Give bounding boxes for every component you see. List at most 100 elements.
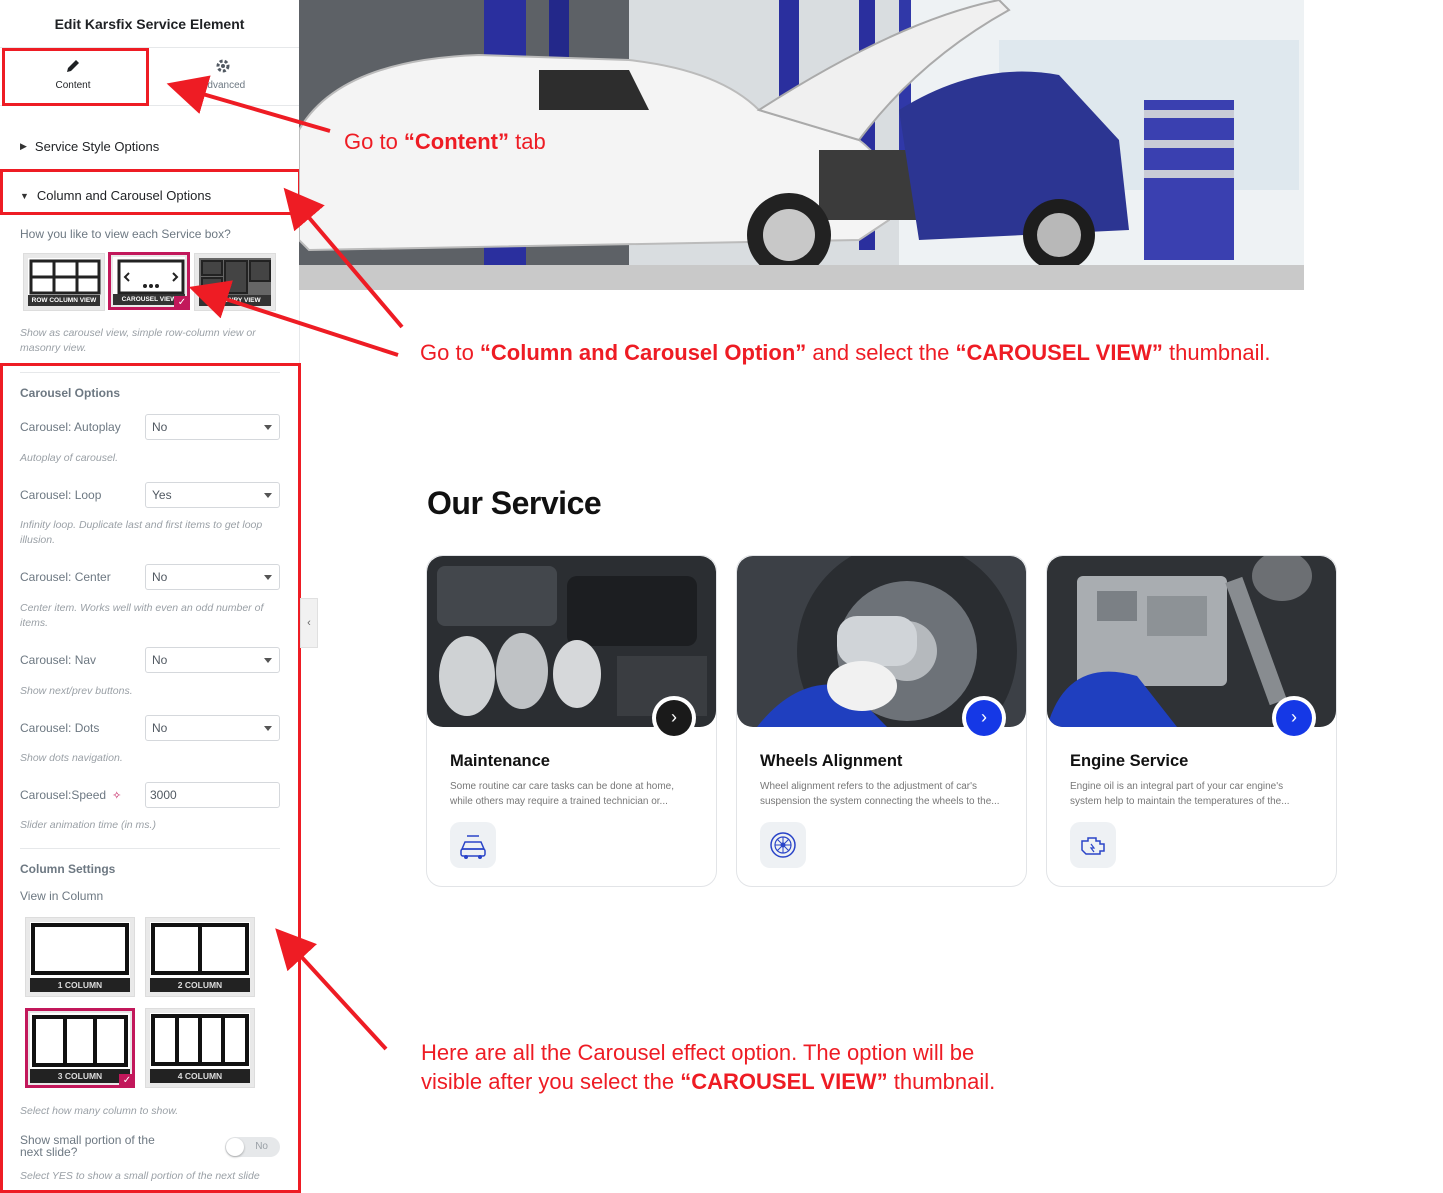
loop-select[interactable]: Yes: [145, 482, 280, 508]
annotation-carousel-mid: and select the: [806, 340, 956, 365]
section-column-carousel[interactable]: ▼ Column and Carousel Options: [20, 188, 211, 203]
check-icon: ✓: [119, 1074, 135, 1088]
card-title: Wheels Alignment: [760, 752, 903, 770]
annotation-options-post: thumbnail.: [887, 1069, 996, 1094]
masonry-icon: [201, 260, 271, 294]
center-select[interactable]: No: [145, 564, 280, 590]
car-service-icon: [450, 822, 496, 868]
caret-down-icon: ▼: [20, 190, 29, 201]
toggle-knob: [226, 1138, 244, 1156]
autoplay-select[interactable]: No: [145, 414, 280, 440]
ai-sparkle-icon[interactable]: ✧: [112, 789, 121, 802]
divider: [20, 372, 280, 373]
autoplay-label: Carousel: Autoplay: [20, 420, 121, 434]
card-arrow-button[interactable]: ›: [656, 700, 692, 736]
dots-label: Carousel: Dots: [20, 721, 100, 735]
annotation-carousel-pre: Go to: [420, 340, 480, 365]
autoplay-help: Autoplay of carousel.: [20, 452, 119, 464]
carousel-options-title: Carousel Options: [20, 386, 121, 400]
card-text: Wheel alignment refers to the adjustment…: [760, 781, 1000, 807]
annotation-content-tab-bold: “Content”: [403, 129, 510, 154]
card-title: Maintenance: [450, 752, 550, 770]
section-service-style-label: Service Style Options: [34, 139, 160, 154]
chevron-right-icon: ›: [671, 707, 677, 727]
masonry-view-caption: MASONRY VIEW: [199, 295, 271, 306]
annotation-options-line1: Here are all the Carousel effect option.…: [421, 1040, 975, 1065]
one-column-icon: [31, 923, 129, 975]
row-column-view-thumb[interactable]: ROW COLUMN VIEW: [23, 253, 105, 311]
tab-advanced[interactable]: Advanced: [173, 58, 273, 98]
card-text: Some routine car care tasks can be done …: [450, 781, 675, 807]
toggle-value: No: [255, 1141, 268, 1152]
one-column-thumb[interactable]: 1 COLUMN: [25, 917, 135, 997]
view-in-column-label: View in Column: [20, 889, 104, 903]
four-column-icon: [151, 1014, 249, 1066]
engine-icon: [1070, 822, 1116, 868]
wheel-icon-svg: [770, 832, 796, 858]
masonry-view-thumb[interactable]: MASONRY VIEW: [194, 253, 276, 311]
chevron-left-icon: ‹: [307, 617, 311, 629]
dots-select[interactable]: No: [145, 715, 280, 741]
annotation-options-bold: “CAROUSEL VIEW”: [680, 1069, 888, 1094]
loop-help: Infinity loop. Duplicate last and first …: [20, 519, 263, 546]
nav-help: Show next/prev buttons.: [20, 685, 133, 697]
carousel-view-thumb[interactable]: CAROUSEL VIEW ✓: [108, 252, 190, 310]
car-service-icon-svg: [460, 835, 486, 859]
check-icon: ✓: [174, 296, 190, 310]
service-section-title: Our Service: [427, 485, 602, 521]
dropdown-caret-icon: [264, 493, 272, 498]
card-title: Engine Service: [1070, 752, 1189, 770]
center-value: No: [152, 570, 168, 584]
nav-label: Carousel: Nav: [20, 653, 97, 667]
service-card-maintenance[interactable]: › Maintenance Some routine car care task…: [426, 555, 717, 887]
annotation-content-tab: Go to “Content” tab: [344, 127, 546, 156]
four-column-caption: 4 COLUMN: [150, 1069, 250, 1083]
speed-help: Slider animation time (in ms.): [20, 819, 156, 831]
two-column-caption: 2 COLUMN: [150, 978, 250, 992]
three-column-caption: 3 COLUMN: [30, 1069, 130, 1083]
annotation-carousel-options: Here are all the Carousel effect option.…: [421, 1038, 995, 1096]
wheel-icon: [760, 822, 806, 868]
row-column-view-caption: ROW COLUMN VIEW: [28, 295, 100, 306]
annotation-carousel-bold2: “CAROUSEL VIEW”: [955, 340, 1163, 365]
loop-label: Carousel: Loop: [20, 488, 102, 502]
chevron-right-icon: ›: [981, 707, 987, 727]
two-column-thumb[interactable]: 2 COLUMN: [145, 917, 255, 997]
column-help: Select how many column to show.: [20, 1105, 179, 1117]
dots-help: Show dots navigation.: [20, 752, 123, 764]
one-column-caption: 1 COLUMN: [30, 978, 130, 992]
dropdown-caret-icon: [264, 726, 272, 731]
loop-value: Yes: [152, 488, 172, 502]
nav-select[interactable]: No: [145, 647, 280, 673]
view-question: How you like to view each Service box?: [20, 227, 231, 241]
service-card-engine[interactable]: › Engine Service Engine oil is an integr…: [1046, 555, 1337, 887]
card-arrow-button[interactable]: ›: [966, 700, 1002, 736]
grid-icon: [29, 259, 101, 295]
content-tab-highlight: [2, 48, 149, 106]
service-card-wheels[interactable]: › Wheels Alignment Wheel alignment refer…: [736, 555, 1027, 887]
four-column-thumb[interactable]: 4 COLUMN: [145, 1008, 255, 1088]
collapse-panel-button[interactable]: ‹: [300, 598, 318, 648]
speed-label-row: Carousel:Speed ✧: [20, 788, 121, 802]
three-column-thumb[interactable]: 3 COLUMN ✓: [25, 1008, 135, 1088]
annotation-options-line2: visible after you select the “CAROUSEL V…: [421, 1067, 995, 1096]
dots-value: No: [152, 721, 168, 735]
card-text: Engine oil is an integral part of your c…: [1070, 781, 1290, 807]
card-arrow-button[interactable]: ›: [1276, 700, 1312, 736]
small-portion-help: Select YES to show a small portion of th…: [20, 1170, 260, 1182]
autoplay-value: No: [152, 420, 168, 434]
tab-advanced-label: Advanced: [200, 80, 246, 91]
annotation-options-pre: visible after you select the: [421, 1069, 681, 1094]
speed-label: Carousel:Speed: [20, 788, 107, 802]
dropdown-caret-icon: [264, 575, 272, 580]
annotation-content-tab-pre: Go to: [344, 129, 404, 154]
annotation-carousel-view: Go to “Column and Carousel Option” and s…: [420, 338, 1271, 367]
divider: [20, 848, 280, 849]
center-help: Center item. Works well with even an odd…: [20, 602, 264, 629]
small-portion-label: Show small portion of the next slide?: [20, 1133, 155, 1159]
speed-value: 3000: [150, 788, 177, 802]
dropdown-caret-icon: [264, 658, 272, 663]
speed-input[interactable]: 3000: [145, 782, 280, 808]
small-portion-toggle[interactable]: No: [225, 1137, 280, 1157]
section-service-style[interactable]: ▶ Service Style Options: [20, 139, 159, 154]
